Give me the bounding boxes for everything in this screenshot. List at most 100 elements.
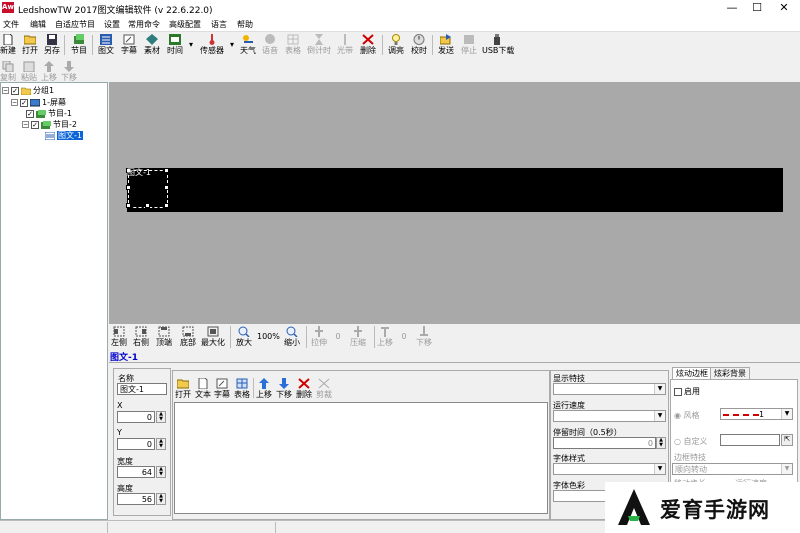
weather-button[interactable]: 天气 (239, 34, 257, 56)
tree-group[interactable]: − ✓ 分组1 (2, 85, 54, 96)
custom-radio[interactable]: ○ 自定义 (674, 436, 708, 447)
style-radio[interactable]: ◉ 风格 (674, 410, 700, 421)
menu-language[interactable]: 语言 (211, 19, 227, 30)
stop-button[interactable]: 停止 (459, 34, 479, 56)
x-stepper[interactable]: ▲ ▼ (156, 411, 166, 423)
tree-item-image-text[interactable]: 图文-1 (45, 130, 83, 141)
y-field[interactable]: 0 (117, 438, 155, 450)
menu-file[interactable]: 文件 (3, 19, 19, 30)
text-table-button[interactable]: 表格 (233, 378, 251, 400)
height-field[interactable]: 56 (117, 493, 155, 505)
copy-button[interactable]: 复制 (0, 61, 16, 83)
browse-icon[interactable]: ⇱ (781, 434, 793, 446)
sensor-dropdown[interactable]: ▾ (228, 40, 236, 49)
menu-adaptive-program[interactable]: 自适应节目 (55, 19, 95, 30)
custom-border-field[interactable] (720, 434, 780, 446)
shift-up-button[interactable]: 上移 (376, 326, 394, 348)
stretch-button[interactable]: 拉伸 (310, 326, 328, 348)
save-as-button[interactable]: 另存 (43, 34, 61, 56)
resize-handle[interactable] (164, 168, 169, 173)
program-2-checkbox[interactable]: ✓ (31, 120, 39, 129)
tree-screen[interactable]: − ✓ 1-屏幕 (11, 97, 66, 108)
tree-program-2[interactable]: − ✓ 节目-2 (22, 119, 77, 130)
speed-select[interactable]: ▼ (553, 410, 666, 422)
width-field[interactable]: 64 (117, 466, 155, 478)
enable-checkbox-box[interactable] (674, 387, 682, 396)
name-field[interactable]: 图文-1 (117, 383, 167, 395)
align-top-button[interactable]: 顶端 (155, 326, 173, 348)
align-left-button[interactable]: 左侧 (111, 326, 127, 348)
minimize-button[interactable]: — (718, 0, 746, 16)
tree-program-1[interactable]: ✓ 节目-1 (26, 108, 72, 119)
text-file-button[interactable]: 文本 (195, 378, 211, 400)
time-sync-button[interactable]: 校时 (409, 34, 429, 56)
move-down-button[interactable]: 下移 (60, 61, 78, 83)
menu-common-commands[interactable]: 常用命令 (128, 19, 160, 30)
maximize-button[interactable]: ☐ (743, 0, 771, 16)
text-open-button[interactable]: 打开 (175, 378, 191, 400)
usb-download-button[interactable]: USB下载 (482, 34, 514, 56)
paste-button[interactable]: 粘贴 (20, 61, 38, 83)
screen-checkbox[interactable]: ✓ (20, 98, 28, 107)
shift-down-button[interactable]: 下移 (415, 326, 433, 348)
resize-handle[interactable] (145, 203, 150, 208)
resize-handle[interactable] (164, 185, 169, 190)
maximize-object-button[interactable]: 最大化 (201, 326, 225, 348)
collapse-icon[interactable]: − (11, 99, 18, 106)
stay-time-field[interactable]: 0 (553, 437, 656, 449)
border-effect-select[interactable]: 顺向转动 ▼ (672, 463, 793, 475)
width-stepper[interactable]: ▲ ▼ (156, 466, 166, 478)
new-button[interactable]: 新建 (0, 34, 16, 56)
border-style-select[interactable]: 1 ▼ (720, 408, 793, 420)
collapse-icon[interactable]: − (22, 121, 29, 128)
menu-help[interactable]: 帮助 (237, 19, 253, 30)
program-1-checkbox[interactable]: ✓ (26, 109, 34, 118)
tab-color-background[interactable]: 炫彩背景 (710, 367, 750, 379)
text-move-down-button[interactable]: 下移 (276, 378, 292, 400)
time-button[interactable]: 时间 (165, 34, 185, 56)
delete-button[interactable]: 删除 (358, 34, 378, 56)
image-text-button[interactable]: 图文 (97, 34, 115, 56)
stay-time-stepper[interactable]: ▲ ▼ (656, 437, 666, 449)
zoom-in-button[interactable]: 放大 (235, 326, 253, 348)
program-button[interactable]: 节目 (70, 34, 88, 56)
resize-handle[interactable] (164, 203, 169, 208)
menu-advanced[interactable]: 高级配置 (169, 19, 201, 30)
collapse-icon[interactable]: − (2, 87, 9, 94)
align-bottom-button[interactable]: 底部 (179, 326, 197, 348)
x-field[interactable]: 0 (117, 411, 155, 423)
table-button[interactable]: 表格 (284, 34, 302, 56)
text-editor[interactable] (174, 402, 548, 514)
menu-settings[interactable]: 设置 (104, 19, 120, 30)
height-stepper[interactable]: ▲ ▼ (156, 493, 166, 505)
tab-animated-border[interactable]: 炫动边框 (672, 367, 712, 379)
text-delete-button[interactable]: 删除 (296, 378, 312, 400)
text-cut-button[interactable]: 剪裁 (316, 378, 332, 400)
resize-handle[interactable] (126, 185, 131, 190)
enable-border-checkbox[interactable]: 启用 (674, 386, 700, 397)
move-up-button[interactable]: 上移 (40, 61, 58, 83)
material-button[interactable]: 素材 (143, 34, 161, 56)
font-style-select[interactable]: ▼ (553, 463, 666, 475)
align-right-button[interactable]: 右侧 (133, 326, 149, 348)
open-button[interactable]: 打开 (21, 34, 39, 56)
resize-handle[interactable] (126, 203, 131, 208)
y-stepper[interactable]: ▲ ▼ (156, 438, 166, 450)
light-band-button[interactable]: 光带 (336, 34, 354, 56)
close-button[interactable]: ✕ (770, 0, 798, 16)
group-checkbox[interactable]: ✓ (11, 86, 19, 95)
text-subtitle-button[interactable]: 字幕 (214, 378, 230, 400)
countdown-button[interactable]: 倒计时 (306, 34, 332, 56)
send-button[interactable]: 发送 (436, 34, 456, 56)
led-screen[interactable] (127, 168, 783, 212)
subtitle-button[interactable]: 字幕 (120, 34, 138, 56)
voice-button[interactable]: 语音 (261, 34, 279, 56)
compress-button[interactable]: 压缩 (347, 326, 369, 348)
sensor-button[interactable]: 传感器 (199, 34, 225, 56)
brightness-button[interactable]: 调亮 (386, 34, 406, 56)
effect-select[interactable]: ▼ (553, 383, 666, 395)
text-move-up-button[interactable]: 上移 (256, 378, 272, 400)
zoom-out-button[interactable]: 缩小 (283, 326, 301, 348)
time-dropdown[interactable]: ▾ (187, 40, 195, 49)
menu-edit[interactable]: 编辑 (30, 19, 46, 30)
